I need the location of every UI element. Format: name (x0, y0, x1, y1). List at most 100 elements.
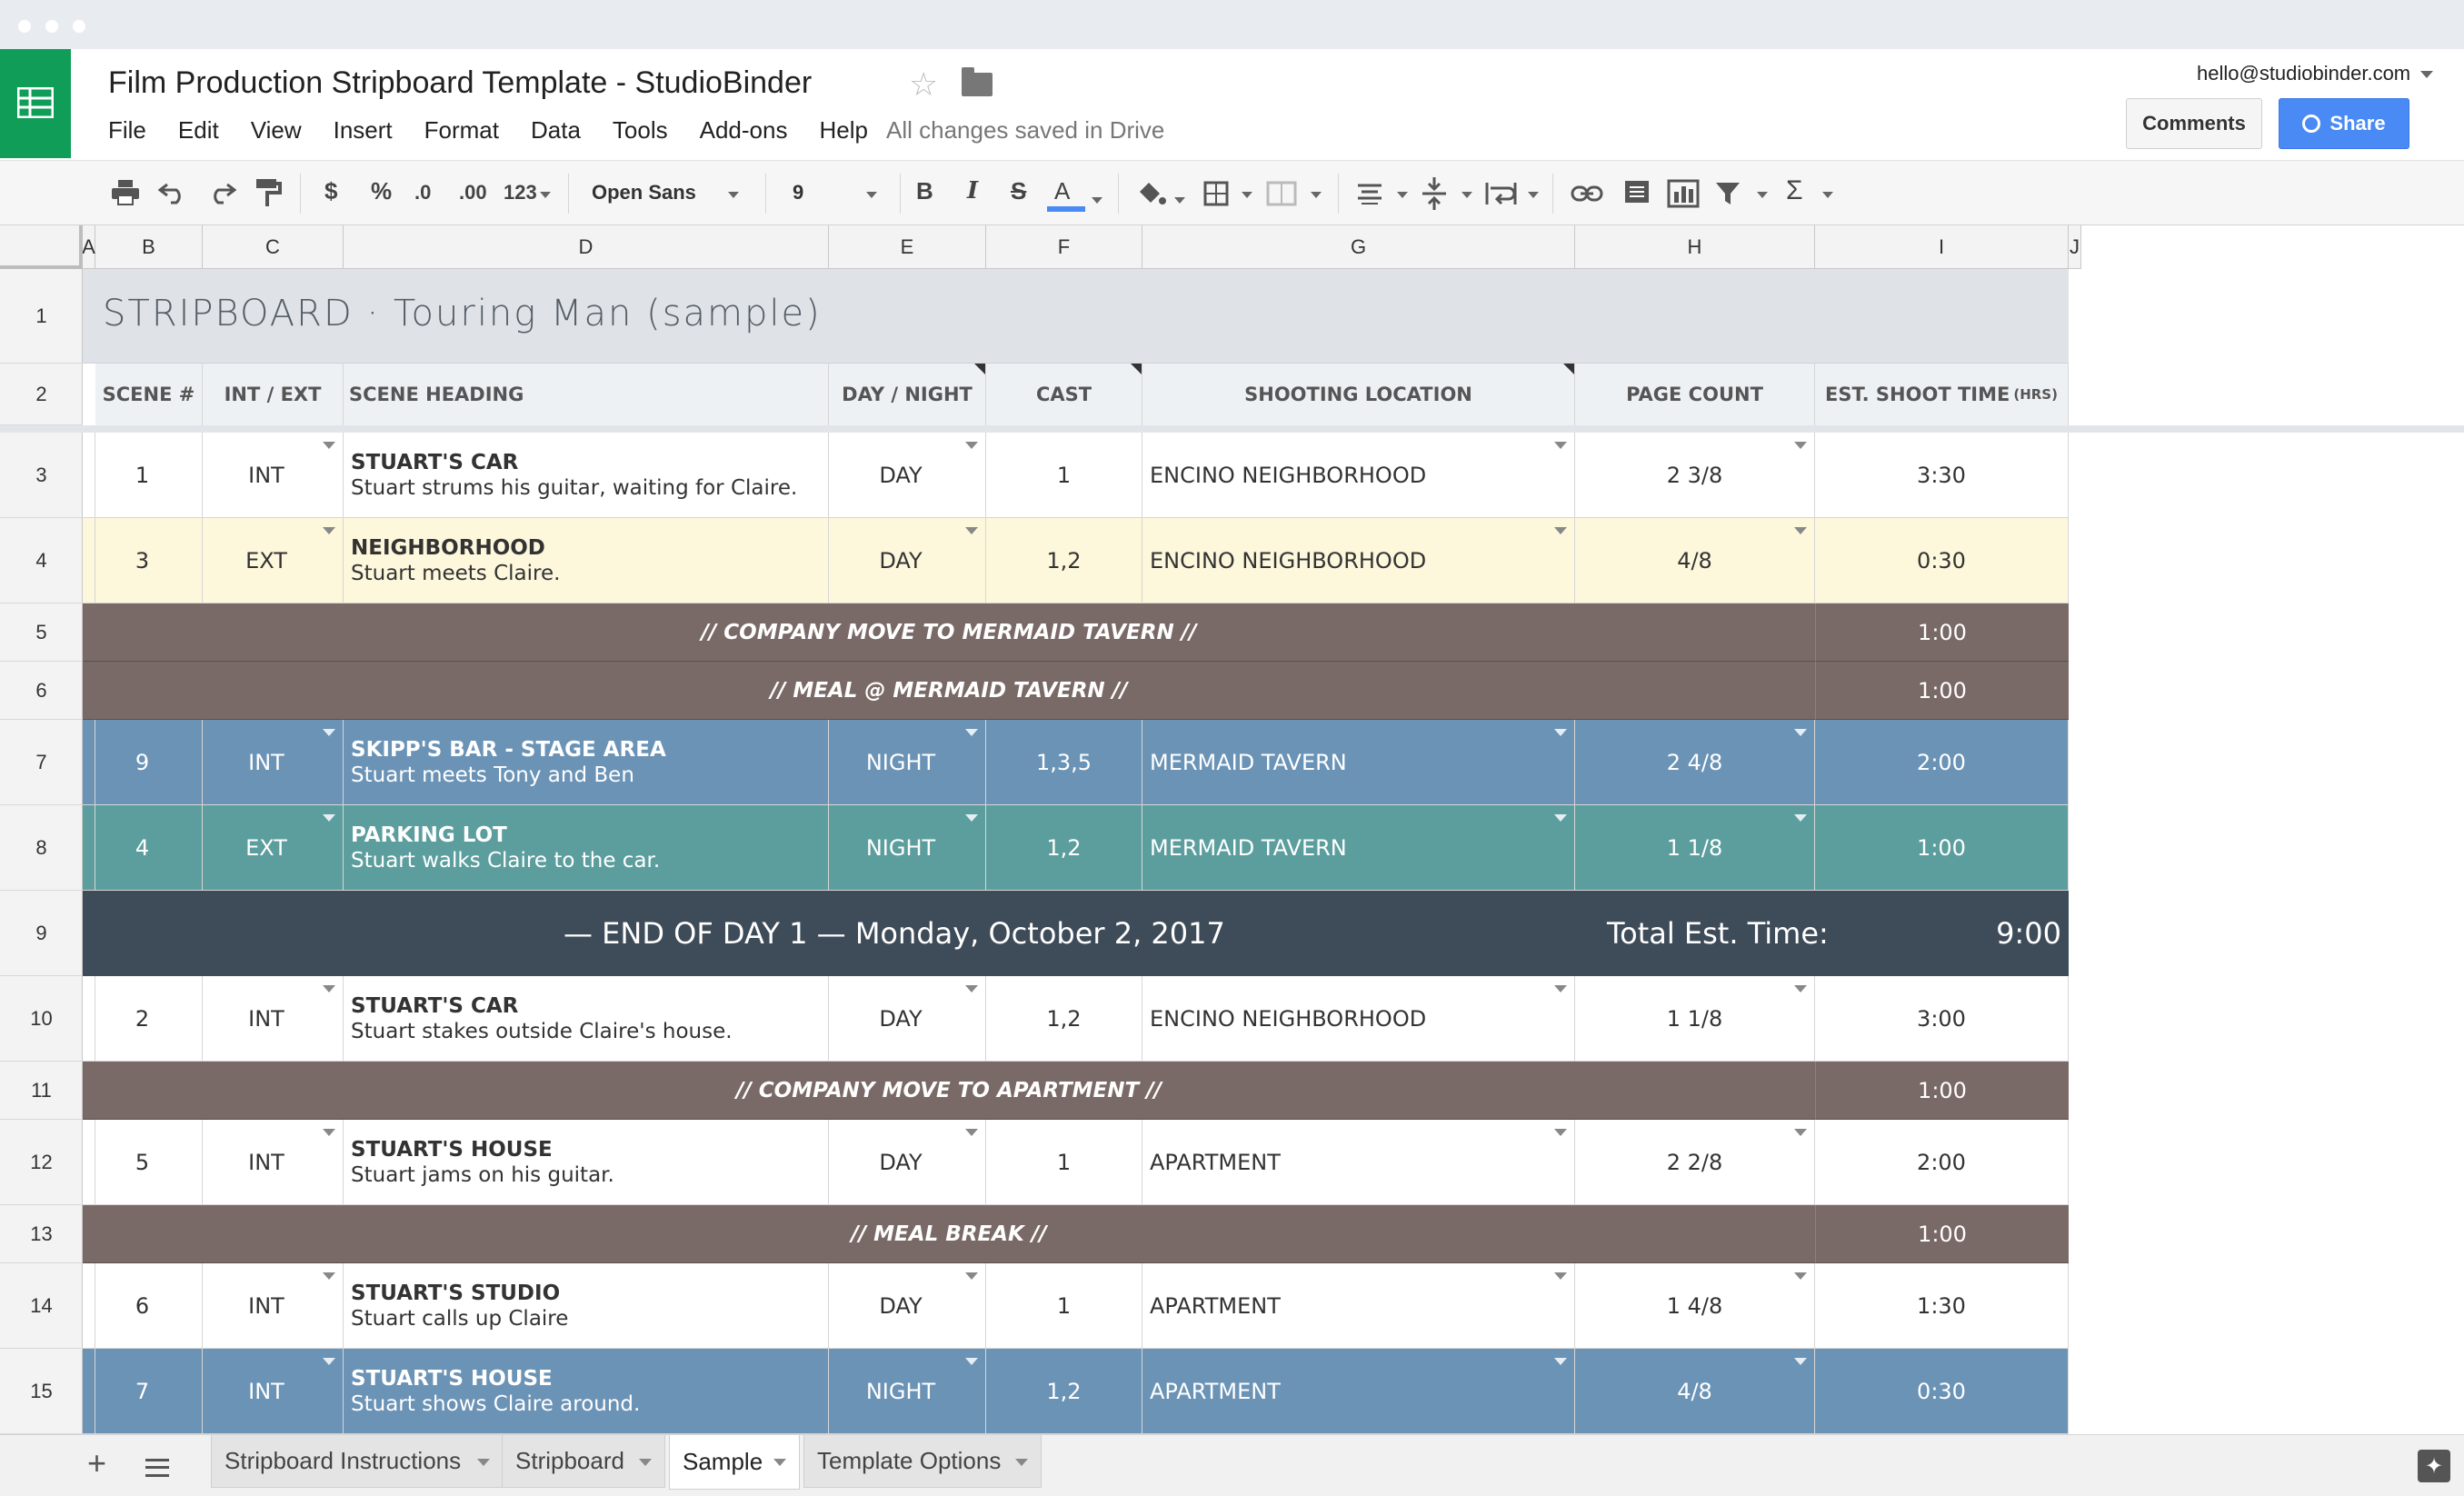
cell-day-night[interactable]: DAY (829, 1263, 986, 1349)
end-of-day-banner[interactable]: — END OF DAY 1 — Monday, October 2, 2017… (83, 891, 2069, 976)
column-header-b[interactable]: B (95, 225, 203, 269)
column-header-d[interactable]: D (344, 225, 829, 269)
row-number[interactable]: 13 (0, 1205, 83, 1263)
schedule-break-time[interactable]: 1:00 (1815, 1062, 2069, 1120)
menu-edit[interactable]: Edit (178, 116, 219, 145)
dropdown-arrow-icon[interactable] (1794, 1358, 1807, 1365)
cell-shooting-location[interactable]: ENCINO NEIGHBORHOOD (1142, 518, 1575, 603)
cell-page-count[interactable]: 1 4/8 (1575, 1263, 1815, 1349)
dropdown-arrow-icon[interactable] (965, 1129, 978, 1136)
cell-int-ext[interactable]: INT (203, 1263, 344, 1349)
row-number[interactable]: 4 (0, 518, 83, 603)
account-dropdown-icon[interactable] (2420, 71, 2433, 78)
decrease-decimals-button[interactable]: .0 (414, 181, 431, 204)
cell-cast[interactable]: 1 (986, 1263, 1142, 1349)
cell-column-a[interactable] (83, 433, 95, 518)
bold-button[interactable]: B (916, 177, 933, 205)
cell-scene-heading[interactable]: STUART'S CAR Stuart strums his guitar, wa… (344, 433, 829, 518)
cell-shooting-location[interactable]: APARTMENT (1142, 1120, 1575, 1205)
header-page-count[interactable]: PAGE COUNT (1575, 364, 1815, 425)
cell-scene-number[interactable]: 5 (95, 1120, 203, 1205)
text-color-dropdown-icon[interactable] (1092, 197, 1102, 204)
font-size-dropdown-icon[interactable] (866, 192, 877, 198)
column-header-g[interactable]: G (1142, 225, 1575, 269)
header-day-night[interactable]: DAY / NIGHT (829, 364, 986, 425)
dropdown-arrow-icon[interactable] (1554, 527, 1567, 534)
cell-cast[interactable]: 1,2 (986, 805, 1142, 891)
row-number[interactable]: 12 (0, 1120, 83, 1205)
dropdown-arrow-icon[interactable] (1554, 985, 1567, 992)
cell-column-a[interactable] (83, 976, 95, 1062)
currency-format-button[interactable]: $ (324, 177, 337, 205)
dropdown-arrow-icon[interactable] (965, 1358, 978, 1365)
insert-chart-icon[interactable] (1667, 179, 1700, 208)
header-shooting-location[interactable]: SHOOTING LOCATION (1142, 364, 1575, 425)
sheet-title-row[interactable]: STRIPBOARD · Touring Man (sample) (83, 269, 2069, 364)
dropdown-arrow-icon[interactable] (1794, 814, 1807, 822)
header-scene-heading[interactable]: SCENE HEADING (344, 364, 829, 425)
cell-scene-heading[interactable]: STUART'S STUDIO Stuart calls up Claire (344, 1263, 829, 1349)
sheets-logo-icon[interactable] (0, 49, 71, 158)
cell-scene-number[interactable]: 9 (95, 720, 203, 805)
row-number[interactable]: 6 (0, 662, 83, 720)
more-formats-caret-icon[interactable] (540, 192, 551, 198)
merge-cells-icon[interactable] (1266, 181, 1297, 206)
sheet-tab-stripboard[interactable]: Stripboard (502, 1435, 665, 1488)
menu-addons[interactable]: Add-ons (700, 116, 788, 145)
dropdown-arrow-icon[interactable] (1554, 1272, 1567, 1280)
cell-page-count[interactable]: 1 1/8 (1575, 805, 1815, 891)
header-est-shoot-time[interactable]: EST. SHOOT TIME (HRS) (1815, 364, 2069, 425)
dropdown-arrow-icon[interactable] (323, 814, 335, 822)
cell-est-shoot-time[interactable]: 3:30 (1815, 433, 2069, 518)
column-header-a[interactable]: A (82, 225, 95, 269)
menu-view[interactable]: View (251, 116, 302, 145)
menu-data[interactable]: Data (531, 116, 581, 145)
row-number[interactable]: 14 (0, 1263, 83, 1349)
schedule-break-time[interactable]: 1:00 (1815, 662, 2069, 720)
dropdown-arrow-icon[interactable] (1554, 442, 1567, 449)
all-sheets-list-icon[interactable] (145, 1459, 169, 1477)
dropdown-arrow-icon[interactable] (965, 442, 978, 449)
paint-format-icon[interactable] (254, 177, 282, 208)
dropdown-arrow-icon[interactable] (965, 1272, 978, 1280)
cell-shooting-location[interactable]: MERMAID TAVERN (1142, 805, 1575, 891)
comments-button[interactable]: Comments (2126, 98, 2262, 149)
cell-cast[interactable]: 1 (986, 1120, 1142, 1205)
dropdown-arrow-icon[interactable] (323, 1272, 335, 1280)
more-formats-button[interactable]: 123 (504, 181, 537, 204)
cell-est-shoot-time[interactable]: 2:00 (1815, 1120, 2069, 1205)
cell-int-ext[interactable]: INT (203, 976, 344, 1062)
column-header-c[interactable]: C (203, 225, 344, 269)
schedule-break-banner[interactable]: // MEAL BREAK // (83, 1205, 1815, 1263)
dropdown-arrow-icon[interactable] (1794, 442, 1807, 449)
column-header-f[interactable]: F (986, 225, 1142, 269)
dropdown-arrow-icon[interactable] (965, 985, 978, 992)
header-int-ext[interactable]: INT / EXT (203, 364, 344, 425)
functions-button[interactable]: Σ (1786, 175, 1803, 206)
dropdown-arrow-icon[interactable] (1554, 1358, 1567, 1365)
cell-shooting-location[interactable]: ENCINO NEIGHBORHOOD (1142, 433, 1575, 518)
cell-est-shoot-time[interactable]: 1:00 (1815, 805, 2069, 891)
cell-scene-heading[interactable]: PARKING LOT Stuart walks Claire to the ca… (344, 805, 829, 891)
italic-button[interactable]: I (967, 177, 978, 204)
cell-int-ext[interactable]: INT (203, 1349, 344, 1434)
borders-dropdown-icon[interactable] (1242, 192, 1252, 198)
cell-shooting-location[interactable]: APARTMENT (1142, 1263, 1575, 1349)
row-number[interactable]: 11 (0, 1062, 83, 1120)
window-close-dot[interactable] (18, 20, 31, 33)
cell-page-count[interactable]: 4/8 (1575, 518, 1815, 603)
dropdown-arrow-icon[interactable] (323, 985, 335, 992)
cell-page-count[interactable]: 2 4/8 (1575, 720, 1815, 805)
dropdown-arrow-icon[interactable] (965, 814, 978, 822)
cell-est-shoot-time[interactable]: 3:00 (1815, 976, 2069, 1062)
cell-day-night[interactable]: DAY (829, 518, 986, 603)
horizontal-align-icon[interactable] (1356, 183, 1383, 204)
row-number[interactable]: 1 (0, 269, 83, 364)
schedule-break-banner[interactable]: // COMPANY MOVE TO MERMAID TAVERN // (83, 603, 1815, 662)
add-sheet-icon[interactable]: + (87, 1444, 106, 1482)
schedule-break-banner[interactable]: // COMPANY MOVE TO APARTMENT // (83, 1062, 1815, 1120)
explore-icon[interactable]: ✦ (2418, 1450, 2450, 1482)
cell-column-a[interactable] (83, 720, 95, 805)
menu-tools[interactable]: Tools (613, 116, 668, 145)
cell-column-a[interactable] (83, 1263, 95, 1349)
